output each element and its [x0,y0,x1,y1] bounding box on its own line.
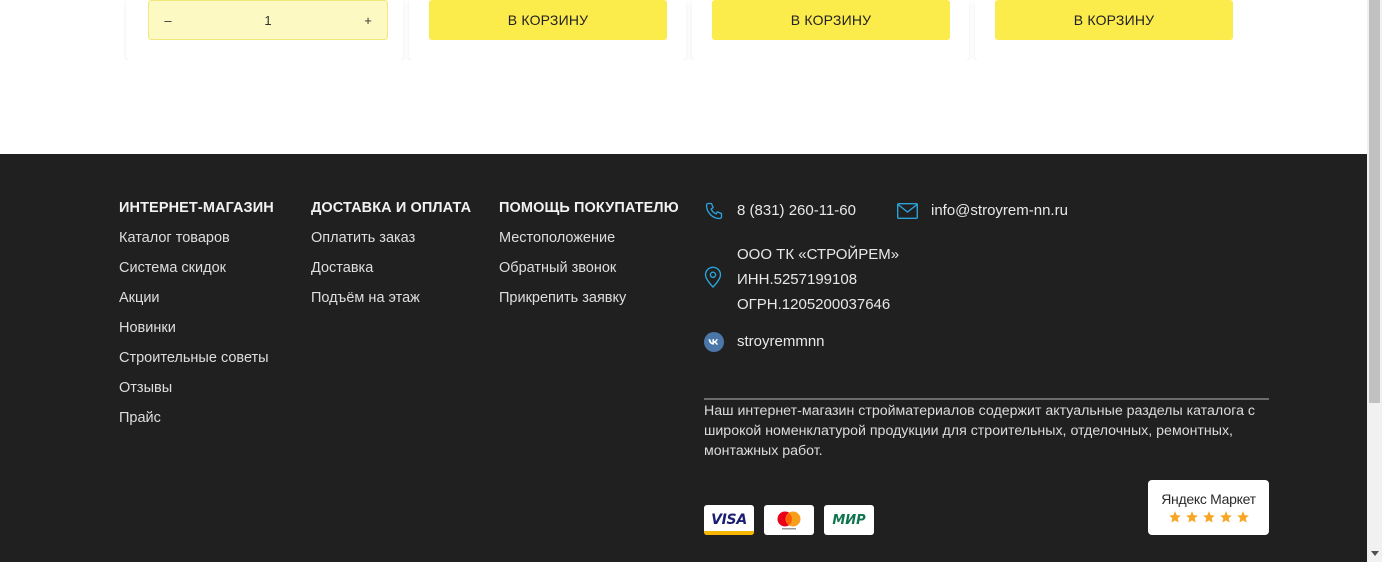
footer-link-new-items[interactable]: Новинки [119,320,274,350]
footer-link-floor-lifting[interactable]: Подъём на этаж [311,290,471,320]
product-strip: – 1 + В КОРЗИНУ В КОРЗИНУ В КОРЗИНУ [0,0,1367,154]
quantity-stepper[interactable]: – 1 + [148,0,388,40]
mir-logo-text: МИР [832,512,866,528]
vk-icon[interactable] [704,332,724,352]
add-to-cart-button[interactable]: В КОРЗИНУ [712,0,950,40]
star-icon [1219,511,1232,523]
quantity-value[interactable]: 1 [187,13,349,28]
company-name: ООО ТК «СТРОЙРЕМ» [737,246,900,263]
footer-link-callback[interactable]: Обратный звонок [499,260,679,290]
mir-logo: МИР [824,505,874,535]
footer-column-title: ИНТЕРНЕТ-МАГАЗИН [119,200,274,216]
yandex-market-badge[interactable]: Яндекс Маркет [1148,480,1269,535]
mastercard-logo [764,505,814,535]
company-inn: ИНН.5257199108 [737,271,858,288]
company-details: ООО ТК «СТРОЙРЕМ» ИНН.5257199108 ОГРН.12… [737,242,899,317]
visa-stripe [704,531,754,535]
email-link[interactable]: info@stroyrem-nn.ru [931,202,1068,219]
star-icon [1236,511,1249,523]
visa-logo: VISA [704,505,754,535]
location-pin-icon [704,266,722,288]
footer-link-location[interactable]: Местоположение [499,230,679,260]
footer-link-tips[interactable]: Строительные советы [119,350,274,380]
decrease-quantity-button[interactable]: – [149,1,187,39]
footer-link-discounts[interactable]: Система скидок [119,260,274,290]
store-description: Наш интернет-магазин стройматериалов сод… [704,403,1256,459]
star-icon [1168,511,1181,523]
footer-link-reviews[interactable]: Отзывы [119,380,274,410]
add-to-cart-button[interactable]: В КОРЗИНУ [995,0,1233,40]
footer-column-title: ПОМОЩЬ ПОКУПАТЕЛЮ [499,200,679,216]
footer-link-catalog[interactable]: Каталог товаров [119,230,274,260]
footer-link-delivery[interactable]: Доставка [311,260,471,290]
scrollbar-thumb[interactable] [1369,0,1380,403]
scroll-down-arrow-icon[interactable] [1367,545,1382,562]
footer-column-delivery: ДОСТАВКА И ОПЛАТА Оплатить заказ Доставк… [311,200,471,320]
page-scrollbar[interactable] [1367,0,1382,562]
footer-link-price-list[interactable]: Прайс [119,410,274,440]
product-cards-row: – 1 + В КОРЗИНУ В КОРЗИНУ В КОРЗИНУ [124,0,1250,60]
visa-logo-text: VISA [711,512,747,528]
star-icon [1185,511,1198,523]
footer-column-help: ПОМОЩЬ ПОКУПАТЕЛЮ Местоположение Обратны… [499,200,679,320]
footer-column-title: ДОСТАВКА И ОПЛАТА [311,200,472,216]
phone-icon [704,201,724,221]
rating-stars [1168,510,1250,524]
add-to-cart-button[interactable]: В КОРЗИНУ [429,0,667,40]
footer-column-shop: ИНТЕРНЕТ-МАГАЗИН Каталог товаров Система… [119,200,274,440]
product-card: – 1 + [126,0,403,60]
footer-link-pay-order[interactable]: Оплатить заказ [311,230,471,260]
company-ogrn: ОГРН.1205200037646 [737,296,891,313]
product-card: В КОРЗИНУ [409,0,686,60]
footer-link-promotions[interactable]: Акции [119,290,274,320]
footer-divider [704,398,1269,400]
yandex-market-title: Яндекс Маркет [1161,491,1256,507]
site-footer: ИНТЕРНЕТ-МАГАЗИН Каталог товаров Система… [0,154,1367,562]
footer-link-attach-request[interactable]: Прикрепить заявку [499,290,679,320]
phone-link[interactable]: 8 (831) 260-11-60 [737,202,856,219]
product-card: В КОРЗИНУ [692,0,969,60]
vk-link[interactable]: stroyremmnn [737,333,825,350]
increase-quantity-button[interactable]: + [349,1,387,39]
mail-icon [897,203,918,219]
star-icon [1202,511,1215,523]
product-card: В КОРЗИНУ [975,0,1250,60]
